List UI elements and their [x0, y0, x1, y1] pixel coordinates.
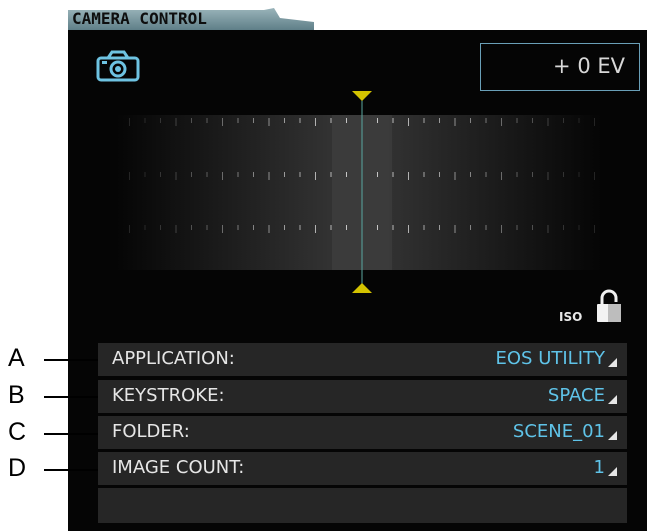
- callout-a: A: [8, 344, 25, 372]
- triangle-marker-icon: [352, 91, 372, 101]
- keystroke-label: KEYSTROKE:: [112, 385, 225, 406]
- callout-d-leader: [44, 469, 98, 471]
- dropdown-corner-icon: [608, 358, 617, 367]
- exposure-meter[interactable]: [68, 85, 647, 305]
- camera-icon[interactable]: [96, 50, 142, 82]
- image-count-dropdown[interactable]: 1: [594, 457, 617, 478]
- triangle-marker-icon: [352, 283, 372, 293]
- callout-c-leader: [44, 433, 98, 435]
- exposure-compensation-value: + 0 EV: [553, 54, 625, 78]
- dropdown-corner-icon: [608, 467, 617, 476]
- folder-label: FOLDER:: [112, 421, 190, 442]
- callout-a-leader: [44, 359, 98, 361]
- empty-row: [98, 488, 627, 523]
- application-row[interactable]: APPLICATION: EOS UTILITY: [98, 343, 627, 376]
- application-value: EOS UTILITY: [495, 348, 606, 369]
- image-count-label: IMAGE COUNT:: [112, 457, 245, 478]
- camera-control-panel-page: CAMERA CONTROL + 0 EV ISO APPLICATION: E…: [0, 0, 647, 531]
- image-count-value: 1: [593, 457, 605, 478]
- application-label: APPLICATION:: [112, 348, 235, 369]
- keystroke-value: SPACE: [547, 385, 605, 406]
- callout-d: D: [8, 454, 27, 482]
- iso-label: ISO: [559, 310, 583, 324]
- camera-control-body: + 0 EV ISO APPLICATION: EOS UTILITY KEYS…: [68, 30, 647, 531]
- lock-icon[interactable]: [594, 288, 624, 324]
- dropdown-corner-icon: [608, 431, 617, 440]
- callout-c: C: [8, 418, 27, 446]
- folder-value: SCENE_01: [512, 421, 605, 442]
- panel-title: CAMERA CONTROL: [72, 9, 207, 28]
- keystroke-dropdown[interactable]: SPACE: [548, 385, 617, 406]
- folder-dropdown[interactable]: SCENE_01: [513, 421, 617, 442]
- keystroke-row[interactable]: KEYSTROKE: SPACE: [98, 380, 627, 413]
- folder-row[interactable]: FOLDER: SCENE_01: [98, 416, 627, 449]
- application-dropdown[interactable]: EOS UTILITY: [495, 348, 617, 369]
- callout-b: B: [8, 381, 25, 409]
- callout-b-leader: [44, 396, 98, 398]
- image-count-row[interactable]: IMAGE COUNT: 1: [98, 452, 627, 485]
- panel-tab[interactable]: CAMERA CONTROL: [68, 8, 314, 30]
- exposure-compensation-display[interactable]: + 0 EV: [480, 43, 640, 91]
- dropdown-corner-icon: [608, 395, 617, 404]
